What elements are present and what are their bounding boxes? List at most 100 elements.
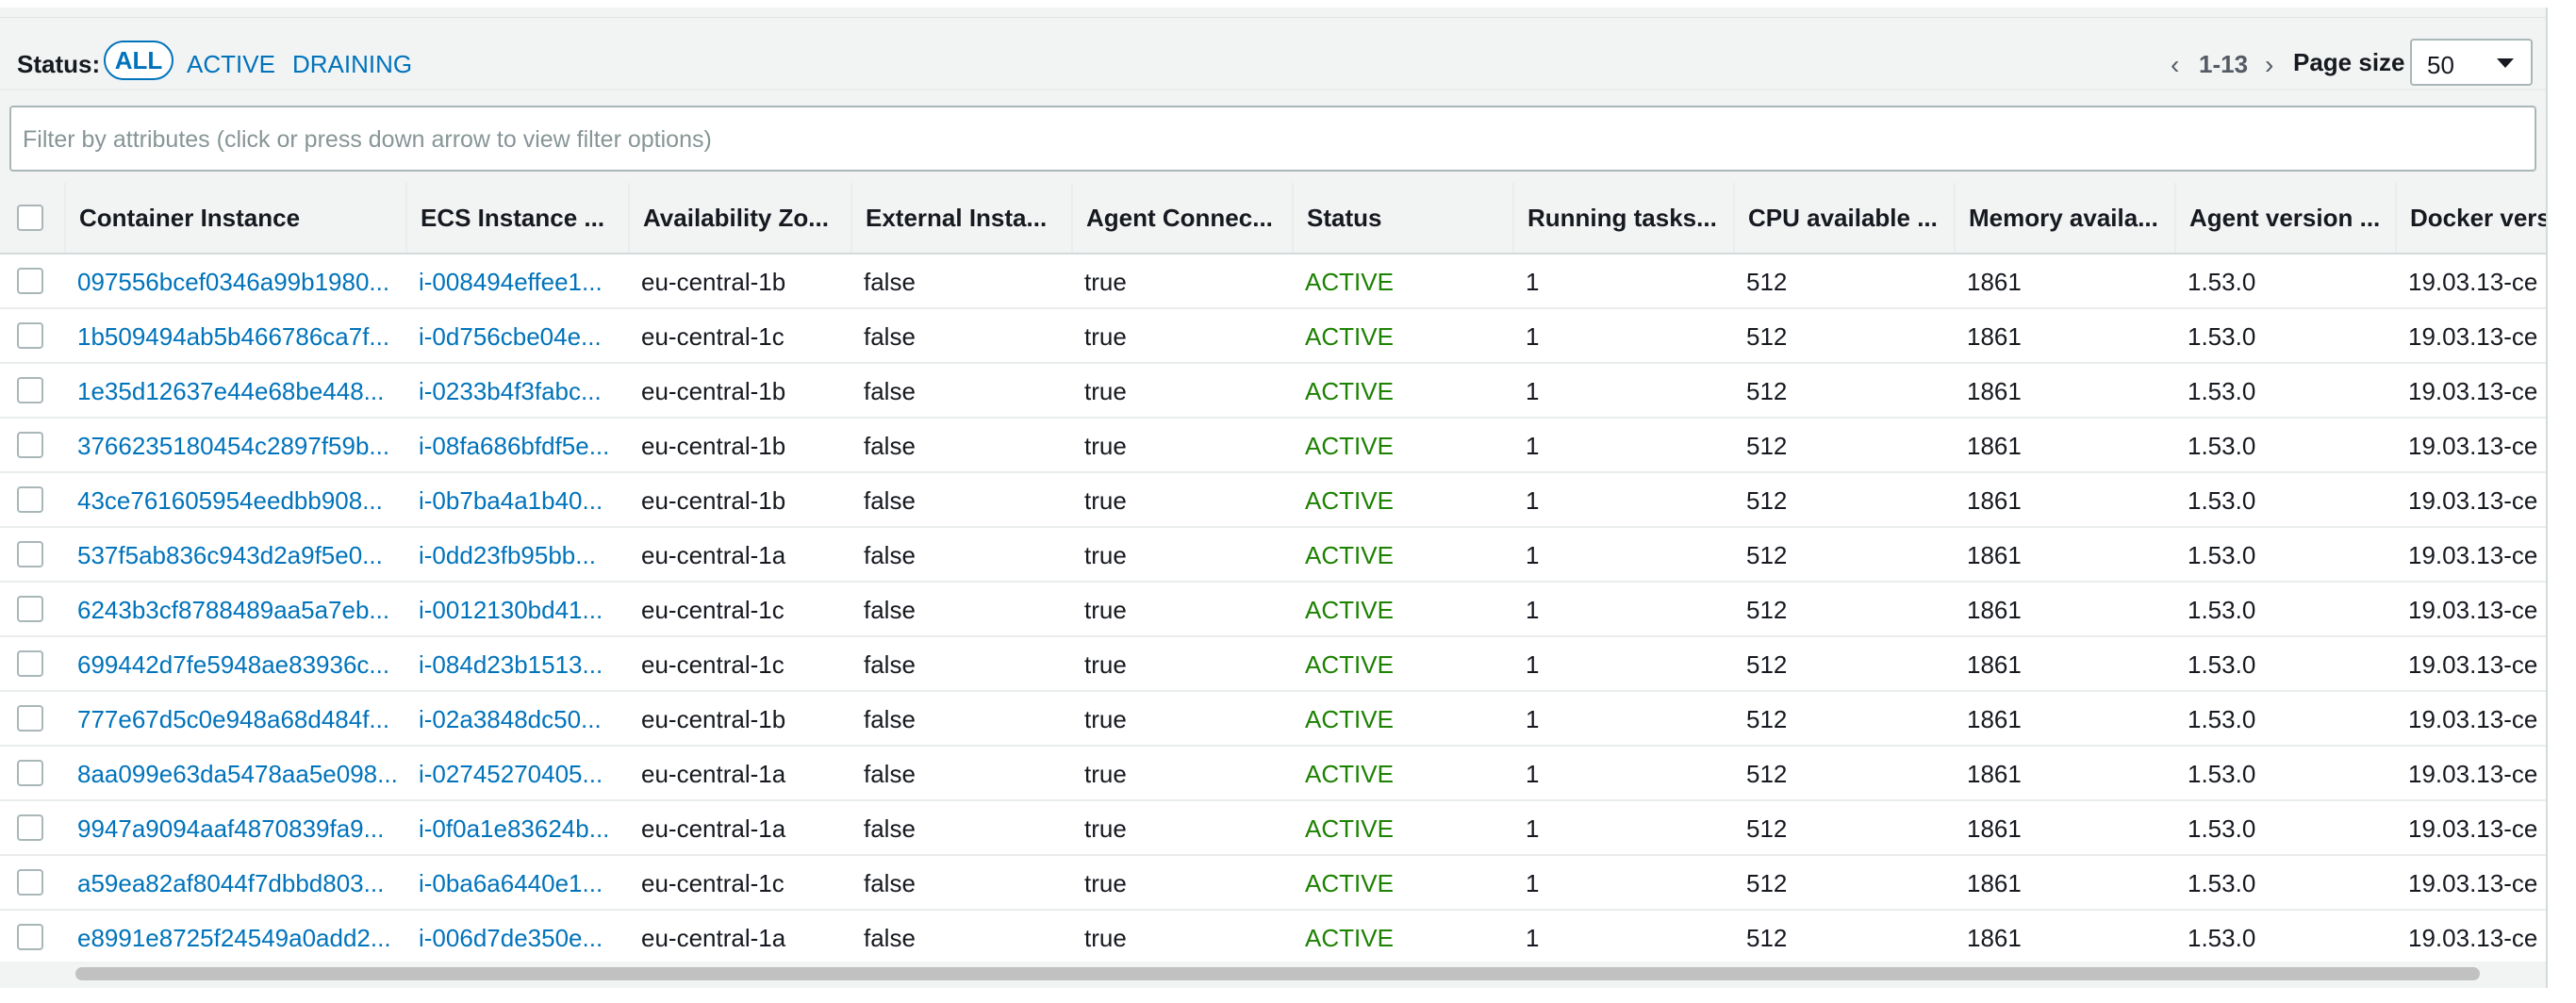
row-checkbox[interactable] (17, 432, 43, 458)
row-select-cell (0, 856, 66, 909)
ecs-instance-link[interactable]: i-0233b4f3fabc... (419, 377, 622, 406)
container-instance-link[interactable]: 097556bcef0346a99b1980... (77, 268, 400, 297)
cell-value: 512 (1746, 268, 1788, 296)
scrollbar-thumb[interactable] (75, 967, 2480, 980)
ecs-instance-link[interactable]: i-084d23b1513... (419, 650, 622, 680)
table-row[interactable]: 1b509494ab5b466786ca7f... i-0d756cbe04e..… (0, 309, 2546, 364)
ecs-instance-link[interactable]: i-02745270405... (419, 760, 622, 789)
cell-status: ACTIVE (1294, 419, 1514, 471)
cell-cpu-available: 512 (1735, 856, 1956, 909)
column-header-label: Agent Connec... (1086, 204, 1273, 232)
cell-ecs-instance: i-02745270405... (407, 747, 630, 799)
container-instance-link[interactable]: 8aa099e63da5478aa5e098... (77, 760, 400, 789)
prev-page-icon[interactable]: ‹ (2171, 50, 2179, 80)
cell-value: 1.53.0 (2188, 268, 2256, 296)
row-checkbox[interactable] (17, 596, 43, 622)
row-checkbox[interactable] (17, 705, 43, 732)
ecs-instance-link[interactable]: i-0ba6a6440e1... (419, 869, 622, 898)
cell-value: 512 (1746, 486, 1788, 515)
cell-cpu-available: 512 (1735, 911, 1956, 962)
container-instance-link[interactable]: 43ce761605954eedbb908... (77, 486, 400, 516)
container-instance-link[interactable]: 1b509494ab5b466786ca7f... (77, 322, 400, 352)
page-size-select[interactable]: 50 (2410, 39, 2533, 86)
ecs-instance-link[interactable]: i-006d7de350e... (419, 924, 622, 953)
cell-memory-available: 1861 (1956, 637, 2176, 690)
table-row[interactable]: 097556bcef0346a99b1980... i-008494effee1.… (0, 255, 2546, 309)
container-instance-link[interactable]: e8991e8725f24549a0add2... (77, 924, 400, 953)
attribute-filter-input[interactable]: Filter by attributes (click or press dow… (9, 106, 2536, 172)
row-checkbox[interactable] (17, 650, 43, 677)
table-row[interactable]: a59ea82af8044f7dbbd803... i-0ba6a6440e1..… (0, 856, 2546, 911)
column-header-running-tasks[interactable]: Running tasks... (1514, 183, 1735, 253)
select-all-checkbox[interactable] (17, 205, 43, 231)
row-checkbox[interactable] (17, 322, 43, 349)
ecs-instance-link[interactable]: i-0d756cbe04e... (419, 322, 622, 352)
row-checkbox[interactable] (17, 268, 43, 294)
column-header-agent-connected[interactable]: Agent Connec... (1073, 183, 1294, 253)
status-filter-all[interactable]: ALL (104, 41, 173, 80)
container-instance-link[interactable]: a59ea82af8044f7dbbd803... (77, 869, 400, 898)
table-row[interactable]: 8aa099e63da5478aa5e098... i-02745270405..… (0, 747, 2546, 801)
cell-value: false (864, 486, 916, 515)
cell-availability-zone: eu-central-1a (630, 747, 852, 799)
column-header-memory-available[interactable]: Memory availa... (1956, 183, 2176, 253)
ecs-instance-link[interactable]: i-0f0a1e83624b... (419, 814, 622, 844)
table-row[interactable]: 537f5ab836c943d2a9f5e0... i-0dd23fb95bb..… (0, 528, 2546, 583)
cell-external-instance: false (852, 528, 1073, 581)
table-row[interactable]: 1e35d12637e44e68be448... i-0233b4f3fabc..… (0, 364, 2546, 419)
container-instance-link[interactable]: 699442d7fe5948ae83936c... (77, 650, 400, 680)
column-header-external-instance[interactable]: External Insta... (852, 183, 1073, 253)
table-row[interactable]: 43ce761605954eedbb908... i-0b7ba4a1b40...… (0, 473, 2546, 528)
cell-value: 1.53.0 (2188, 541, 2256, 569)
container-instance-link[interactable]: 537f5ab836c943d2a9f5e0... (77, 541, 400, 570)
cell-docker-version: 19.03.13-ce (2397, 637, 2546, 690)
column-header-container-instance[interactable]: Container Instance (66, 183, 407, 253)
column-header-agent-version[interactable]: Agent version ... (2176, 183, 2397, 253)
row-checkbox[interactable] (17, 869, 43, 896)
cell-availability-zone: eu-central-1a (630, 911, 852, 962)
table-row[interactable]: 777e67d5c0e948a68d484f... i-02a3848dc50..… (0, 692, 2546, 747)
status-filter-active[interactable]: ACTIVE (187, 50, 275, 79)
cell-agent-version: 1.53.0 (2176, 856, 2397, 909)
table-row[interactable]: 9947a9094aaf4870839fa9... i-0f0a1e83624b.… (0, 801, 2546, 856)
cell-status: ACTIVE (1294, 309, 1514, 362)
column-header-status[interactable]: Status (1294, 183, 1514, 253)
row-checkbox[interactable] (17, 541, 43, 567)
cell-value: ACTIVE (1305, 814, 1394, 843)
row-checkbox[interactable] (17, 486, 43, 513)
column-header-availability-zone[interactable]: Availability Zo... (630, 183, 852, 253)
ecs-instance-link[interactable]: i-0b7ba4a1b40... (419, 486, 622, 516)
cell-external-instance: false (852, 364, 1073, 417)
row-checkbox[interactable] (17, 814, 43, 841)
cell-value: 1.53.0 (2188, 377, 2256, 405)
table-row[interactable]: 3766235180454c2897f59b... i-08fa686bfdf5e… (0, 419, 2546, 473)
cell-agent-connected: true (1073, 856, 1294, 909)
status-filter-draining[interactable]: DRAINING (292, 50, 412, 79)
row-checkbox[interactable] (17, 760, 43, 786)
table-row[interactable]: 699442d7fe5948ae83936c... i-084d23b1513..… (0, 637, 2546, 692)
cell-value: true (1084, 377, 1127, 405)
row-checkbox[interactable] (17, 924, 43, 950)
ecs-instance-link[interactable]: i-02a3848dc50... (419, 705, 622, 734)
column-header-docker-version[interactable]: Docker vers (2397, 183, 2546, 253)
container-instance-link[interactable]: 1e35d12637e44e68be448... (77, 377, 400, 406)
ecs-instance-link[interactable]: i-0012130bd41... (419, 596, 622, 625)
container-instance-link[interactable]: 3766235180454c2897f59b... (77, 432, 400, 461)
ecs-instance-link[interactable]: i-008494effee1... (419, 268, 622, 297)
column-header-ecs-instance[interactable]: ECS Instance ... (407, 183, 630, 253)
row-checkbox[interactable] (17, 377, 43, 403)
cell-memory-available: 1861 (1956, 911, 2176, 962)
column-header-cpu-available[interactable]: CPU available ... (1735, 183, 1956, 253)
table-row[interactable]: e8991e8725f24549a0add2... i-006d7de350e..… (0, 911, 2546, 962)
container-instance-link[interactable]: 9947a9094aaf4870839fa9... (77, 814, 400, 844)
cell-value: 1861 (1967, 705, 2022, 733)
cell-container-instance: 6243b3cf8788489aa5a7eb... (66, 583, 407, 635)
ecs-instance-link[interactable]: i-0dd23fb95bb... (419, 541, 622, 570)
cell-container-instance: 3766235180454c2897f59b... (66, 419, 407, 471)
ecs-instance-link[interactable]: i-08fa686bfdf5e... (419, 432, 622, 461)
cell-running-tasks: 1 (1514, 692, 1735, 745)
next-page-icon[interactable]: › (2265, 50, 2273, 80)
table-row[interactable]: 6243b3cf8788489aa5a7eb... i-0012130bd41..… (0, 583, 2546, 637)
container-instance-link[interactable]: 6243b3cf8788489aa5a7eb... (77, 596, 400, 625)
container-instance-link[interactable]: 777e67d5c0e948a68d484f... (77, 705, 400, 734)
